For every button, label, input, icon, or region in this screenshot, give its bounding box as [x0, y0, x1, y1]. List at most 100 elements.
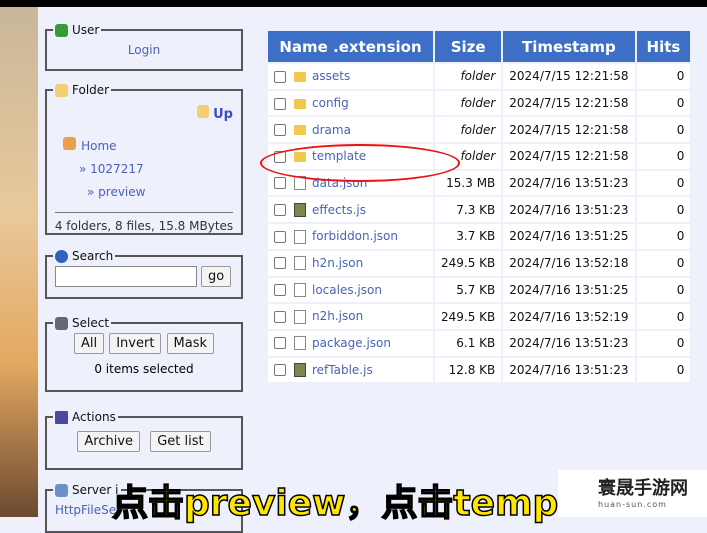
file-icon [294, 203, 306, 218]
watermark-url: huan-sun.com [598, 500, 667, 509]
table-row: assets folder 2024/7/15 12:21:58 0 [268, 64, 691, 89]
file-size: folder [435, 90, 502, 116]
file-hits: 0 [636, 170, 691, 196]
file-link[interactable]: locales.json [312, 283, 382, 297]
file-size: 15.3 MB [435, 170, 502, 196]
login-link[interactable]: Login [128, 43, 160, 57]
file-timestamp: 2024/7/15 12:21:58 [503, 144, 635, 169]
row-checkbox[interactable] [274, 177, 286, 190]
file-timestamp: 2024/7/16 13:51:23 [503, 170, 635, 196]
file-link[interactable]: config [312, 96, 349, 110]
file-link[interactable]: forbiddon.json [312, 229, 398, 243]
row-checkbox[interactable] [274, 124, 286, 137]
column-name[interactable]: Name .extension [268, 31, 433, 62]
file-size: folder [435, 117, 502, 143]
file-timestamp: 2024/7/16 13:52:18 [503, 250, 635, 276]
table-row: locales.json 5.7 KB 2024/7/16 13:51:25 0 [268, 277, 691, 303]
file-size: 249.5 KB [435, 304, 502, 329]
file-hits: 0 [636, 224, 691, 249]
row-checkbox[interactable] [274, 97, 286, 110]
row-checkbox[interactable] [274, 204, 286, 217]
row-checkbox[interactable] [274, 337, 286, 350]
search-panel: Search go [45, 249, 243, 299]
file-icon [294, 229, 306, 244]
file-icon [294, 283, 306, 298]
search-input[interactable] [55, 266, 197, 287]
top-bar [0, 0, 707, 7]
table-row: effects.js 7.3 KB 2024/7/16 13:51:23 0 [268, 197, 691, 223]
help-icon [55, 249, 68, 263]
table-row: n2h.json 249.5 KB 2024/7/16 13:52:19 0 [268, 304, 691, 329]
folder-icon [55, 83, 68, 97]
file-hits: 0 [636, 144, 691, 169]
selection-status: 0 items selected [94, 362, 194, 376]
folder-icon [294, 98, 306, 109]
actions-panel: Actions Archive Get list [45, 410, 243, 470]
file-timestamp: 2024/7/16 13:51:25 [503, 224, 635, 249]
file-timestamp: 2024/7/16 13:51:25 [503, 277, 635, 303]
column-timestamp[interactable]: Timestamp [503, 31, 635, 62]
invert-button[interactable]: Invert [109, 333, 162, 354]
file-link[interactable]: assets [312, 69, 350, 83]
file-link[interactable]: drama [312, 123, 351, 137]
watermark: 寰晟手游网 huan-sun.com [558, 470, 707, 517]
file-hits: 0 [636, 304, 691, 329]
folder-up-icon [196, 105, 209, 118]
column-hits[interactable]: Hits [636, 31, 691, 62]
table-row: h2n.json 249.5 KB 2024/7/16 13:52:18 0 [268, 250, 691, 276]
file-size: 249.5 KB [435, 250, 502, 276]
user-icon [55, 23, 68, 37]
row-checkbox[interactable] [274, 230, 286, 243]
file-link[interactable]: n2h.json [312, 309, 363, 323]
row-checkbox[interactable] [274, 310, 286, 323]
divider [55, 212, 233, 213]
file-hits: 0 [636, 277, 691, 303]
column-size[interactable]: Size [435, 31, 502, 62]
select-all-button[interactable]: All [73, 333, 105, 354]
file-hits: 0 [636, 250, 691, 276]
annotation-ellipse [260, 144, 460, 182]
file-link[interactable]: refTable.js [312, 363, 373, 377]
file-link[interactable]: package.json [312, 336, 391, 350]
search-title: Search [72, 249, 114, 263]
table-row: refTable.js 12.8 KB 2024/7/16 13:51:23 0 [268, 357, 691, 383]
row-checkbox[interactable] [274, 70, 286, 83]
row-checkbox[interactable] [274, 364, 286, 377]
select-title: Select [72, 316, 110, 330]
file-icon [294, 256, 306, 271]
file-timestamp: 2024/7/15 12:21:58 [503, 90, 635, 116]
select-panel: Select All Invert Mask 0 items selected [45, 316, 243, 392]
breadcrumb-preview[interactable]: » preview [87, 185, 145, 199]
file-size: 6.1 KB [435, 330, 502, 356]
row-checkbox[interactable] [274, 284, 286, 297]
table-row: drama folder 2024/7/15 12:21:58 0 [268, 117, 691, 143]
table-row: config folder 2024/7/15 12:21:58 0 [268, 90, 691, 116]
file-size: 3.7 KB [435, 224, 502, 249]
folder-icon [294, 125, 306, 136]
user-panel: User Login [45, 23, 243, 71]
archive-button[interactable]: Archive [77, 431, 141, 452]
desktop-background [0, 7, 38, 517]
watermark-text: 寰晟手游网 [598, 478, 688, 499]
file-hits: 0 [636, 90, 691, 116]
file-table: Name .extension Size Timestamp Hits asse… [266, 29, 692, 384]
file-hits: 0 [636, 357, 691, 383]
file-icon [294, 309, 306, 324]
folder-summary: 4 folders, 8 files, 15.8 MBytes [54, 219, 234, 233]
file-link[interactable]: h2n.json [312, 256, 363, 270]
file-timestamp: 2024/7/16 13:51:23 [503, 330, 635, 356]
breadcrumb-1027217[interactable]: » 1027217 [79, 162, 144, 176]
go-button[interactable]: go [201, 266, 232, 287]
get-list-button[interactable]: Get list [150, 431, 211, 452]
file-timestamp: 2024/7/16 13:51:23 [503, 357, 635, 383]
home-icon [63, 137, 76, 150]
row-checkbox[interactable] [274, 257, 286, 270]
file-server-page: User Login Folder Up Home » 1027217 » pr… [38, 7, 707, 533]
file-hits: 0 [636, 117, 691, 143]
home-link[interactable]: Home [81, 139, 116, 153]
up-button[interactable]: Up [196, 105, 233, 122]
actions-title: Actions [72, 410, 116, 424]
server-link[interactable]: HttpFileSe [55, 503, 116, 517]
mask-button[interactable]: Mask [166, 333, 214, 354]
file-link[interactable]: effects.js [312, 203, 366, 217]
